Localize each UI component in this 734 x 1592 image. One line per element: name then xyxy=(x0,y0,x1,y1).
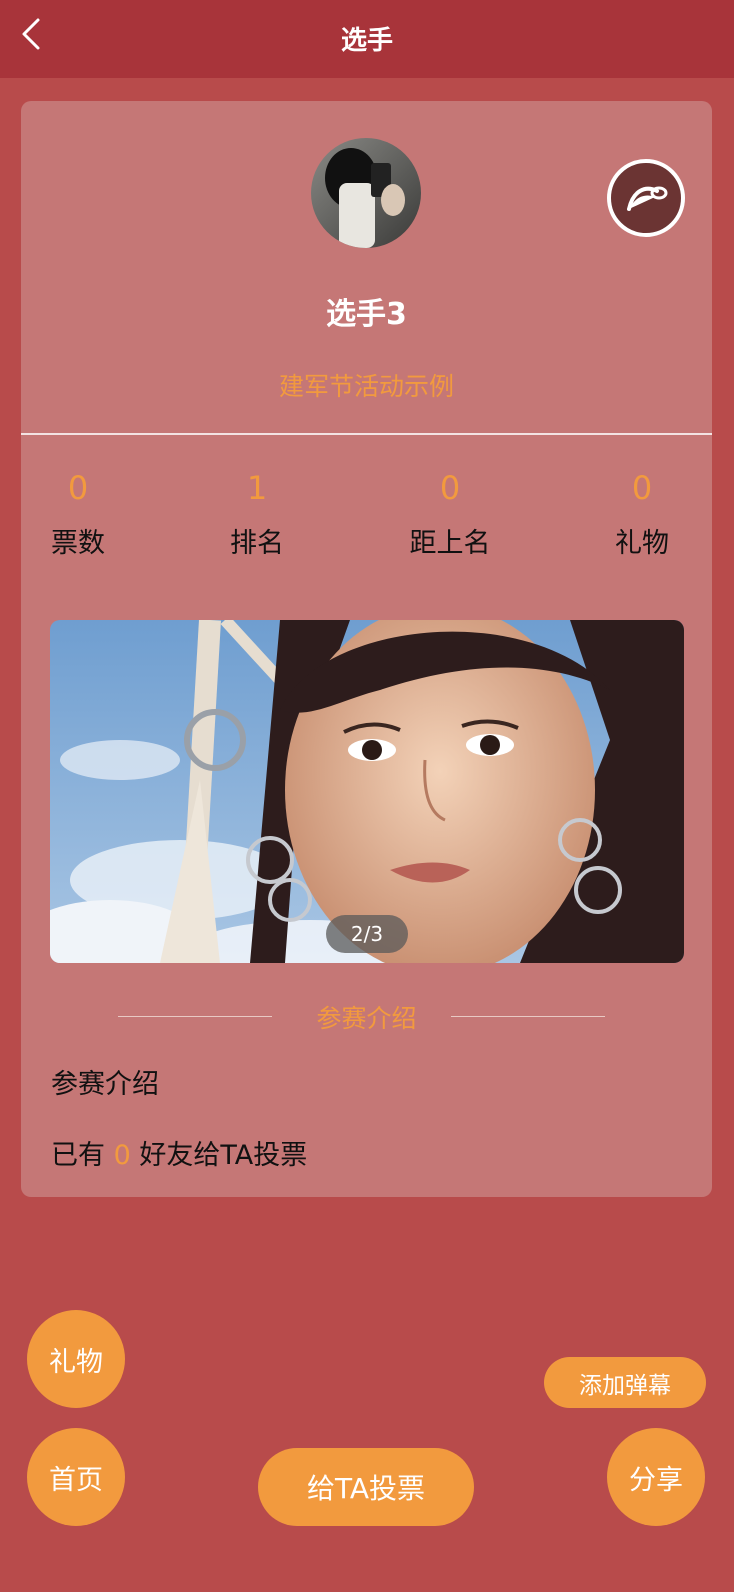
player-name: 选手3 xyxy=(326,297,407,332)
stat-rank: 1 排名 xyxy=(220,469,294,560)
voter-summary: 已有 0 好友给TA投票 xyxy=(51,1133,307,1172)
voter-count: 0 xyxy=(113,1140,131,1171)
stat-label: 距上名 xyxy=(409,528,491,559)
vote-button[interactable]: 给TA投票 xyxy=(258,1448,474,1526)
photo-counter: 2/3 xyxy=(326,915,408,953)
stat-gifts: 0 礼物 xyxy=(605,469,679,560)
stat-value: 0 xyxy=(67,469,89,507)
stat-label: 礼物 xyxy=(615,528,669,559)
music-toggle-button[interactable] xyxy=(607,159,685,237)
section-title: 参赛介绍 xyxy=(316,1004,417,1033)
stat-label: 票数 xyxy=(51,528,105,559)
music-note-icon xyxy=(627,186,668,211)
stat-label: 排名 xyxy=(230,528,284,559)
top-bar: 选手 xyxy=(0,0,734,78)
player-card: 选手3 建军节活动示例 0 票数 1 排名 0 距上名 0 礼物 2/3 参赛介… xyxy=(21,101,712,1197)
intro-text: 参赛介绍 xyxy=(51,1069,159,1100)
photo-carousel[interactable]: 2/3 xyxy=(50,620,684,963)
activity-name: 建军节活动示例 xyxy=(278,372,454,401)
contestant-photo xyxy=(50,620,684,963)
avatar xyxy=(311,138,421,248)
page-title: 选手 xyxy=(340,26,393,56)
share-button[interactable]: 分享 xyxy=(607,1428,705,1526)
stat-gap: 0 距上名 xyxy=(390,469,510,560)
stat-value: 0 xyxy=(631,469,653,507)
voter-suffix: 好友给TA投票 xyxy=(139,1140,308,1171)
home-button[interactable]: 首页 xyxy=(27,1428,125,1526)
add-danmaku-button[interactable]: 添加弹幕 xyxy=(544,1357,706,1408)
stat-value: 0 xyxy=(439,469,461,507)
stat-votes: 0 票数 xyxy=(41,469,115,560)
voter-prefix: 已有 xyxy=(51,1140,105,1171)
gift-button[interactable]: 礼物 xyxy=(27,1310,125,1408)
divider xyxy=(21,433,712,435)
stat-value: 1 xyxy=(246,469,268,507)
